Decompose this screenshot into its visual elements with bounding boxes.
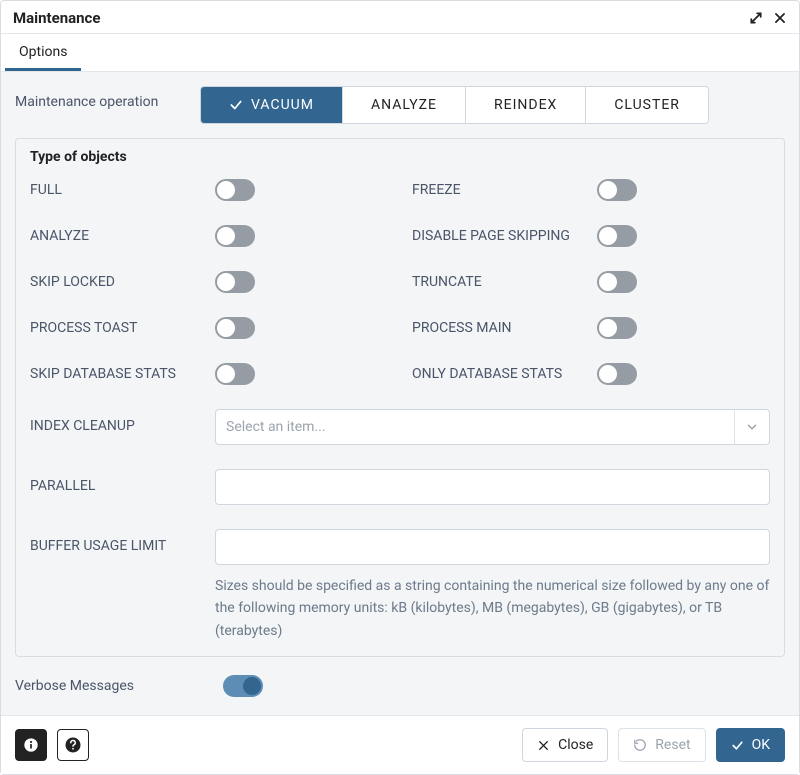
toggle-grid: FULL FREEZE ANALYZE DISABLE PAGE SKIPPIN… [30, 165, 770, 385]
operation-label: Maintenance operation [15, 86, 200, 110]
operation-segmented: VACUUM ANALYZE REINDEX CLUSTER [200, 86, 709, 124]
tabs: Options [1, 34, 799, 72]
index-cleanup-select[interactable]: Select an item... [215, 409, 770, 445]
toggle-label: DISABLE PAGE SKIPPING [412, 227, 597, 245]
parallel-label: PARALLEL [30, 469, 215, 495]
toggle-skip-locked[interactable] [215, 271, 255, 293]
toggle-row-freeze: FREEZE [412, 179, 770, 201]
toggle-row-disable-page-skipping: DISABLE PAGE SKIPPING [412, 225, 770, 247]
operation-cluster[interactable]: CLUSTER [586, 87, 708, 123]
operation-option-label: VACUUM [251, 97, 314, 113]
tab-label: Options [19, 44, 67, 60]
toggle-label: PROCESS TOAST [30, 319, 215, 337]
buffer-limit-hint: Sizes should be specified as a string co… [215, 575, 770, 642]
reset-button-label: Reset [655, 737, 690, 753]
help-icon [64, 736, 82, 754]
toggle-label: FULL [30, 181, 215, 199]
toggle-label: SKIP DATABASE STATS [30, 365, 215, 383]
select-placeholder: Select an item... [226, 419, 326, 435]
maximize-icon[interactable] [749, 11, 763, 25]
operation-row: Maintenance operation VACUUM ANALYZE REI… [15, 86, 785, 124]
operation-option-label: CLUSTER [614, 97, 680, 113]
footer-left [15, 729, 89, 761]
close-icon[interactable] [773, 11, 787, 25]
index-cleanup-row: INDEX CLEANUP Select an item... [30, 409, 770, 445]
chevron-down-icon [734, 410, 759, 444]
toggle-analyze[interactable] [215, 225, 255, 247]
fieldset-legend: Type of objects [26, 149, 131, 165]
toggle-freeze[interactable] [597, 179, 637, 201]
ok-button[interactable]: OK [716, 728, 785, 762]
close-button-label: Close [558, 737, 593, 753]
parallel-row: PARALLEL [30, 469, 770, 505]
x-icon [537, 739, 550, 752]
titlebar-actions [749, 11, 787, 25]
dialog-body: Maintenance operation VACUUM ANALYZE REI… [1, 72, 799, 715]
toggle-only-db-stats[interactable] [597, 363, 637, 385]
buffer-limit-label: BUFFER USAGE LIMIT [30, 529, 215, 555]
toggle-truncate[interactable] [597, 271, 637, 293]
tab-options[interactable]: Options [5, 34, 81, 71]
toggle-row-process-toast: PROCESS TOAST [30, 317, 388, 339]
toggle-row-full: FULL [30, 179, 388, 201]
toggle-full[interactable] [215, 179, 255, 201]
info-icon [23, 737, 39, 753]
type-of-objects-fieldset: Type of objects FULL FREEZE ANALYZE DISA… [15, 138, 785, 657]
reset-button[interactable]: Reset [618, 728, 705, 762]
footer-right: Close Reset OK [522, 728, 785, 762]
titlebar: Maintenance [1, 1, 799, 34]
buffer-limit-row: BUFFER USAGE LIMIT Sizes should be speci… [30, 529, 770, 642]
index-cleanup-label: INDEX CLEANUP [30, 409, 215, 435]
toggle-label: FREEZE [412, 181, 597, 199]
operation-option-label: REINDEX [494, 97, 557, 113]
toggle-verbose[interactable] [223, 675, 263, 697]
check-icon [731, 739, 744, 752]
dialog-footer: Close Reset OK [1, 715, 799, 774]
ok-button-label: OK [752, 737, 770, 753]
buffer-limit-input[interactable] [215, 529, 770, 565]
toggle-row-skip-db-stats: SKIP DATABASE STATS [30, 363, 388, 385]
operation-vacuum[interactable]: VACUUM [201, 87, 343, 123]
toggle-label: TRUNCATE [412, 273, 597, 291]
close-button[interactable]: Close [522, 728, 608, 762]
operation-reindex[interactable]: REINDEX [466, 87, 586, 123]
toggle-process-main[interactable] [597, 317, 637, 339]
toggle-process-toast[interactable] [215, 317, 255, 339]
toggle-disable-page-skipping[interactable] [597, 225, 637, 247]
reset-icon [633, 738, 647, 752]
check-icon [229, 98, 243, 112]
toggle-row-skip-locked: SKIP LOCKED [30, 271, 388, 293]
help-button[interactable] [57, 729, 89, 761]
info-button[interactable] [15, 729, 47, 761]
verbose-label: Verbose Messages [15, 678, 223, 694]
operation-option-label: ANALYZE [371, 97, 437, 113]
toggle-label: SKIP LOCKED [30, 273, 215, 291]
verbose-row: Verbose Messages [15, 657, 785, 697]
toggle-row-analyze: ANALYZE [30, 225, 388, 247]
toggle-label: ONLY DATABASE STATS [412, 365, 597, 383]
toggle-row-process-main: PROCESS MAIN [412, 317, 770, 339]
toggle-row-truncate: TRUNCATE [412, 271, 770, 293]
toggle-row-only-db-stats: ONLY DATABASE STATS [412, 363, 770, 385]
maintenance-dialog: Maintenance Options Mai [0, 0, 800, 775]
toggle-skip-db-stats[interactable] [215, 363, 255, 385]
dialog-title: Maintenance [13, 9, 100, 27]
toggle-label: PROCESS MAIN [412, 319, 597, 337]
toggle-label: ANALYZE [30, 227, 215, 245]
operation-analyze[interactable]: ANALYZE [343, 87, 466, 123]
parallel-input[interactable] [215, 469, 770, 505]
